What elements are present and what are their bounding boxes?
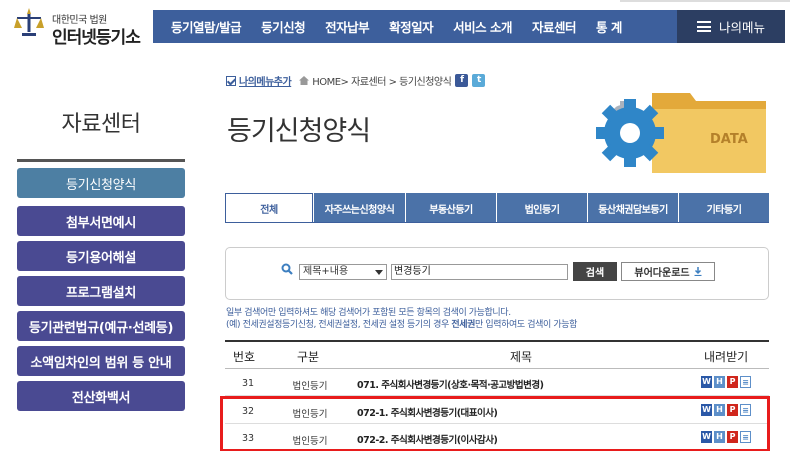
row-category: 법인등기 bbox=[292, 381, 328, 392]
tab-corporate[interactable]: 법인등기 bbox=[496, 193, 587, 223]
notice-line-1: 일부 검색어만 입력하셔도 해당 검색어가 포함된 모든 항목의 검색이 가능합… bbox=[226, 308, 511, 318]
data-folder-illustration: DATA bbox=[596, 93, 766, 173]
tab-frequent-forms[interactable]: 자주쓰는신청양식 bbox=[313, 193, 405, 223]
row-number: 31 bbox=[241, 378, 255, 389]
nav-item-resource-center[interactable]: 자료센터 bbox=[522, 17, 586, 36]
top-divider bbox=[620, 0, 790, 2]
sidebar-item-registration-forms[interactable]: 등기신청양식 bbox=[17, 168, 185, 198]
table-row: 31 법인등기 071. 주식회사변경등기(상호·목적·공고방법변경) W H … bbox=[225, 369, 769, 396]
sidebar-item-white-paper[interactable]: 전산화백서 bbox=[17, 381, 185, 411]
row-download-icons: W H P ≡ bbox=[701, 376, 753, 388]
tab-movable-collateral[interactable]: 동산채권담보등기 bbox=[587, 193, 678, 223]
search-icon bbox=[281, 263, 293, 275]
word-file-icon[interactable]: W bbox=[701, 376, 712, 388]
facebook-icon[interactable]: f bbox=[455, 74, 469, 87]
column-header-download: 내려받기 bbox=[704, 350, 749, 364]
tab-underline bbox=[225, 222, 769, 223]
notice-line-2: (예) 전세권설정등기신청, 전세권설정, 전세권 설정 등기의 경우 전세권만… bbox=[226, 320, 577, 330]
breadcrumb: 나의메뉴추가 HOME> 자료센터 > 등기신청양식 f t bbox=[226, 73, 486, 88]
twitter-icon[interactable]: t bbox=[472, 74, 486, 87]
column-header-title: 제목 bbox=[510, 350, 533, 364]
viewer-download-button[interactable]: 뷰어다운로드 bbox=[621, 262, 715, 281]
column-header-no: 번호 bbox=[233, 350, 256, 364]
column-header-category: 구분 bbox=[297, 350, 320, 364]
sidebar-item-program-install[interactable]: 프로그램설치 bbox=[17, 276, 185, 306]
nav-item-registration-apply[interactable]: 등기신청 bbox=[251, 17, 315, 36]
add-my-menu-label: 나의메뉴추가 bbox=[239, 77, 292, 88]
tab-all[interactable]: 전체 bbox=[225, 193, 313, 223]
home-icon bbox=[299, 76, 310, 85]
pdf-file-icon[interactable]: P bbox=[727, 376, 738, 388]
search-field-select-value: 제목+내용 bbox=[303, 266, 349, 277]
search-button[interactable]: 검색 bbox=[573, 262, 617, 281]
page-title: 등기신청양식 bbox=[227, 116, 371, 147]
logo-title: 인터넷등기소 bbox=[52, 28, 141, 48]
checkbox-icon bbox=[226, 75, 236, 86]
nav-item-service-intro[interactable]: 서비스 소개 bbox=[443, 17, 522, 36]
search-input[interactable]: 변경등기 bbox=[391, 264, 568, 280]
sidebar-item-glossary[interactable]: 등기용어해설 bbox=[17, 241, 185, 271]
sidebar-title: 자료센터 bbox=[61, 112, 141, 137]
main-navigation: 등기열람/발급 등기신청 전자납부 확정일자 서비스 소개 자료센터 통 계 bbox=[153, 10, 678, 43]
highlight-box bbox=[220, 396, 770, 451]
viewer-download-label: 뷰어다운로드 bbox=[634, 268, 690, 279]
nav-item-fixed-date[interactable]: 확정일자 bbox=[379, 17, 443, 36]
court-emblem-icon bbox=[14, 8, 44, 36]
nav-item-statistics[interactable]: 통 계 bbox=[586, 17, 632, 36]
tab-real-estate[interactable]: 부동산등기 bbox=[405, 193, 496, 223]
sidebar-divider bbox=[17, 159, 185, 162]
hwp-file-icon[interactable]: H bbox=[714, 376, 725, 388]
sidebar-item-laws[interactable]: 등기관련법규(예규·선례등) bbox=[17, 311, 185, 341]
hamburger-icon bbox=[696, 21, 711, 32]
sidebar-item-attachment-examples[interactable]: 첨부서면예시 bbox=[17, 206, 185, 236]
my-menu-label: 나의메뉴 bbox=[718, 20, 765, 35]
sidebar-item-small-tenant[interactable]: 소액임차인의 범위 등 안내 bbox=[17, 346, 185, 376]
chevron-down-icon bbox=[375, 270, 383, 275]
table-top-border bbox=[225, 340, 769, 342]
row-title-link[interactable]: 071. 주식회사변경등기(상호·목적·공고방법변경) bbox=[357, 377, 544, 391]
add-my-menu-link[interactable]: 나의메뉴추가 bbox=[226, 73, 292, 88]
breadcrumb-path: HOME> 자료센터 > 등기신청양식 bbox=[312, 77, 452, 88]
text-file-icon[interactable]: ≡ bbox=[740, 376, 751, 388]
category-tabs: 전체 자주쓰는신청양식 부동산등기 법인등기 동산채권담보등기 기타등기 bbox=[225, 193, 769, 223]
nav-item-e-payment[interactable]: 전자납부 bbox=[315, 17, 379, 36]
site-logo[interactable]: 대한민국 법원 인터넷등기소 bbox=[14, 6, 144, 48]
my-menu-button[interactable]: 나의메뉴 bbox=[677, 10, 785, 43]
tab-other[interactable]: 기타등기 bbox=[678, 193, 769, 223]
illustration-label: DATA bbox=[710, 132, 748, 147]
search-field-select[interactable]: 제목+내용 bbox=[299, 264, 387, 280]
search-notice: 일부 검색어만 입력하셔도 해당 검색어가 포함된 모든 항목의 검색이 가능합… bbox=[226, 307, 577, 331]
download-icon bbox=[694, 267, 702, 276]
nav-item-view-issue[interactable]: 등기열람/발급 bbox=[161, 17, 251, 36]
